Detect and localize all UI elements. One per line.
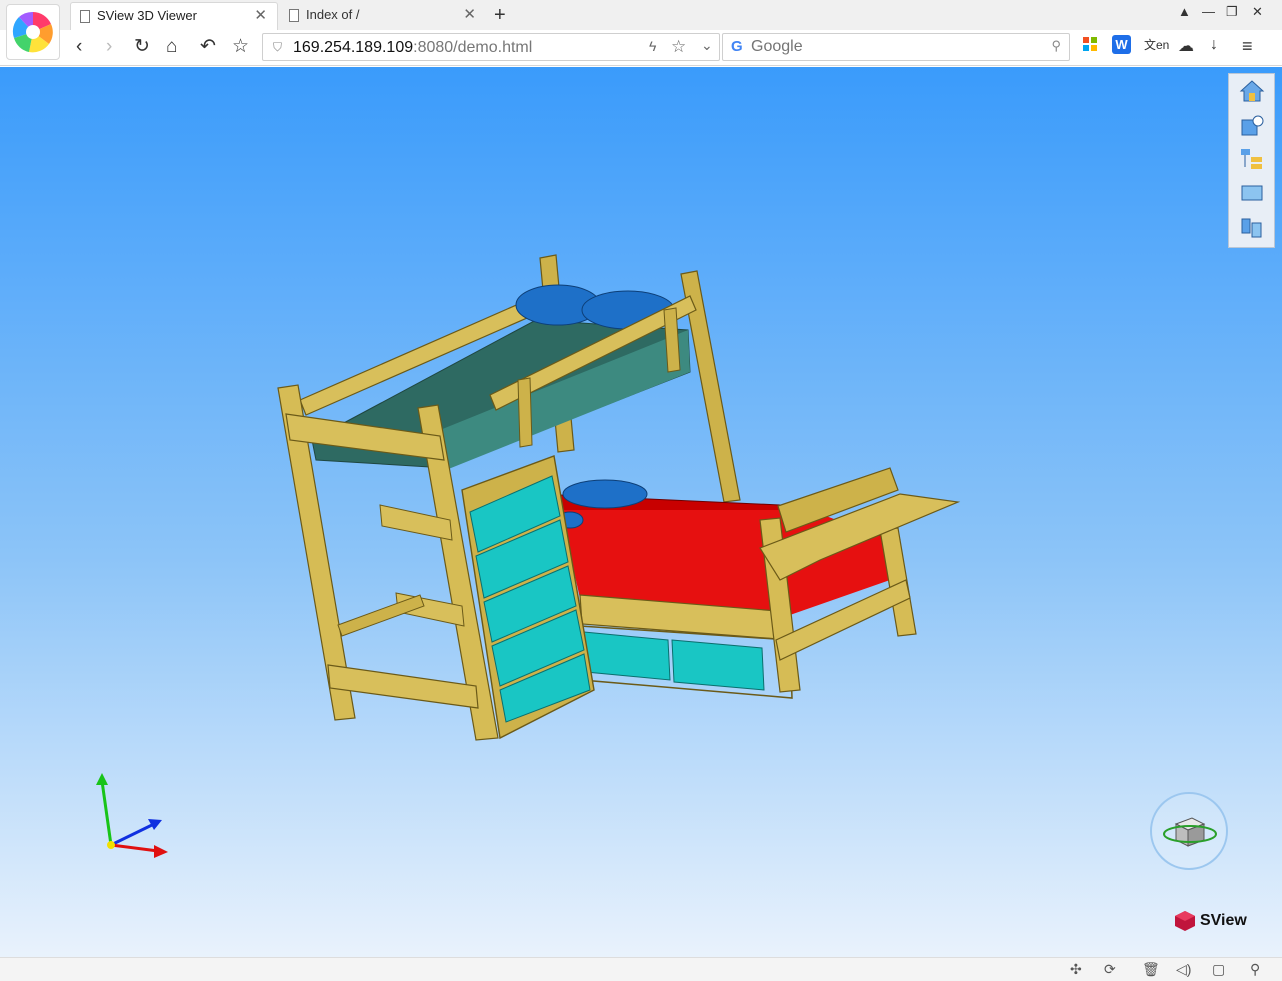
chevron-down-icon[interactable]: ⌄: [701, 37, 713, 54]
axis-origin: [107, 841, 115, 849]
url-host: 169.254.189.109: [293, 39, 414, 56]
google-icon: G: [731, 38, 743, 55]
shield-icon: ⛉: [273, 40, 283, 54]
z-axis-line: [110, 822, 155, 847]
home-view-button[interactable]: [1233, 76, 1271, 106]
zoom-icon[interactable]: ⚲: [1250, 961, 1260, 978]
axis-triad: [96, 773, 168, 858]
favorite-star-icon[interactable]: ☆: [671, 37, 686, 57]
pinwheel-logo-icon: [12, 11, 53, 53]
home-icon[interactable]: ⌂: [166, 35, 177, 59]
lightning-icon[interactable]: ϟ: [649, 38, 656, 54]
rail-post: [517, 377, 533, 448]
maximize-icon[interactable]: ❐: [1226, 4, 1238, 20]
tree-icon: [1241, 149, 1262, 169]
back-icon[interactable]: ‹: [76, 35, 82, 59]
page-icon: [289, 9, 299, 22]
sview-brand: SView: [1174, 910, 1247, 932]
cloud-icon[interactable]: ☁: [1178, 36, 1194, 56]
rotate-icon[interactable]: ⟳: [1104, 961, 1116, 978]
y-axis-line: [100, 780, 113, 846]
search-input[interactable]: [751, 37, 1041, 57]
translate-icon[interactable]: 文en: [1144, 36, 1169, 53]
window-icon[interactable]: ▢: [1212, 961, 1225, 978]
tab-title: SView 3D Viewer: [97, 8, 197, 23]
orbit-gizmo[interactable]: [1150, 792, 1228, 870]
browser-toolbar: ‹ › ↻ ⌂ ↶ ☆ ⛉ 169.254.189.109:8080/demo.…: [0, 30, 1282, 66]
side-rail: [337, 594, 425, 637]
pillow: [562, 479, 648, 509]
apps-icon[interactable]: [1083, 37, 1097, 56]
minimize-icon[interactable]: —: [1202, 4, 1215, 19]
x-axis-arrow: [154, 845, 168, 858]
search-icon[interactable]: ⚲: [1051, 38, 1061, 54]
cube-settings-button[interactable]: [1233, 110, 1271, 140]
explode-icon: [1241, 218, 1262, 238]
new-tab-button[interactable]: +: [494, 2, 506, 28]
browser-logo[interactable]: [6, 4, 60, 60]
url-path: :8080/demo.html: [413, 39, 533, 56]
x-axis-line: [110, 843, 159, 853]
w-extension-icon[interactable]: W: [1112, 35, 1131, 54]
views-button[interactable]: [1233, 178, 1271, 208]
close-tab-icon[interactable]: ✕: [254, 3, 267, 29]
viewer-right-toolbar: [1228, 73, 1275, 248]
bookmark-star-icon[interactable]: ☆: [232, 35, 249, 59]
cube-settings-icon: [1241, 115, 1264, 136]
home-icon: [1239, 80, 1265, 102]
menu-icon[interactable]: ≡: [1242, 36, 1253, 57]
url-text[interactable]: 169.254.189.109:8080/demo.html: [293, 39, 532, 57]
drawer[interactable]: [671, 639, 765, 691]
model-tree-button[interactable]: [1233, 144, 1271, 174]
shirt-icon[interactable]: ▲: [1178, 4, 1191, 19]
view-cube-icon: [1163, 817, 1217, 847]
close-window-icon[interactable]: ✕: [1252, 4, 1263, 20]
drawer[interactable]: [583, 631, 671, 681]
bunk-bed-model[interactable]: [0, 67, 1282, 957]
explode-button[interactable]: [1233, 212, 1271, 242]
brand-label: SView: [1200, 912, 1247, 929]
tab-sview-viewer[interactable]: SView 3D Viewer ✕: [70, 2, 278, 30]
tab-bar: SView 3D Viewer ✕ Index of / ✕ + ▲ — ❐ ✕: [0, 0, 1282, 60]
volume-icon[interactable]: ◁): [1176, 961, 1191, 978]
3d-viewport[interactable]: SView: [0, 67, 1282, 957]
forward-icon[interactable]: ›: [106, 35, 112, 59]
undo-icon[interactable]: ↶: [200, 35, 216, 59]
trash-icon[interactable]: 🗑: [1142, 961, 1160, 978]
reload-icon[interactable]: ↻: [134, 35, 150, 59]
foot-post: [879, 527, 917, 637]
views-icon: [1241, 185, 1263, 201]
page-icon: [80, 10, 90, 23]
status-bar: ✣ ⟳ 🗑 ◁) ▢ ⚲: [0, 957, 1282, 981]
sview-logo-icon: [1175, 911, 1195, 931]
apps-grid-svg: [1083, 37, 1097, 51]
tab-title: Index of /: [306, 7, 360, 22]
search-box[interactable]: G ⚲: [722, 33, 1070, 61]
download-icon[interactable]: ↓: [1210, 36, 1218, 54]
close-tab-icon[interactable]: ✕: [463, 2, 476, 28]
tab-index-of[interactable]: Index of / ✕: [280, 2, 486, 30]
address-bar[interactable]: ⛉ 169.254.189.109:8080/demo.html ϟ ☆ ⌄: [262, 33, 720, 61]
pin-icon[interactable]: ✣: [1070, 961, 1082, 978]
y-axis-arrow: [96, 773, 108, 785]
